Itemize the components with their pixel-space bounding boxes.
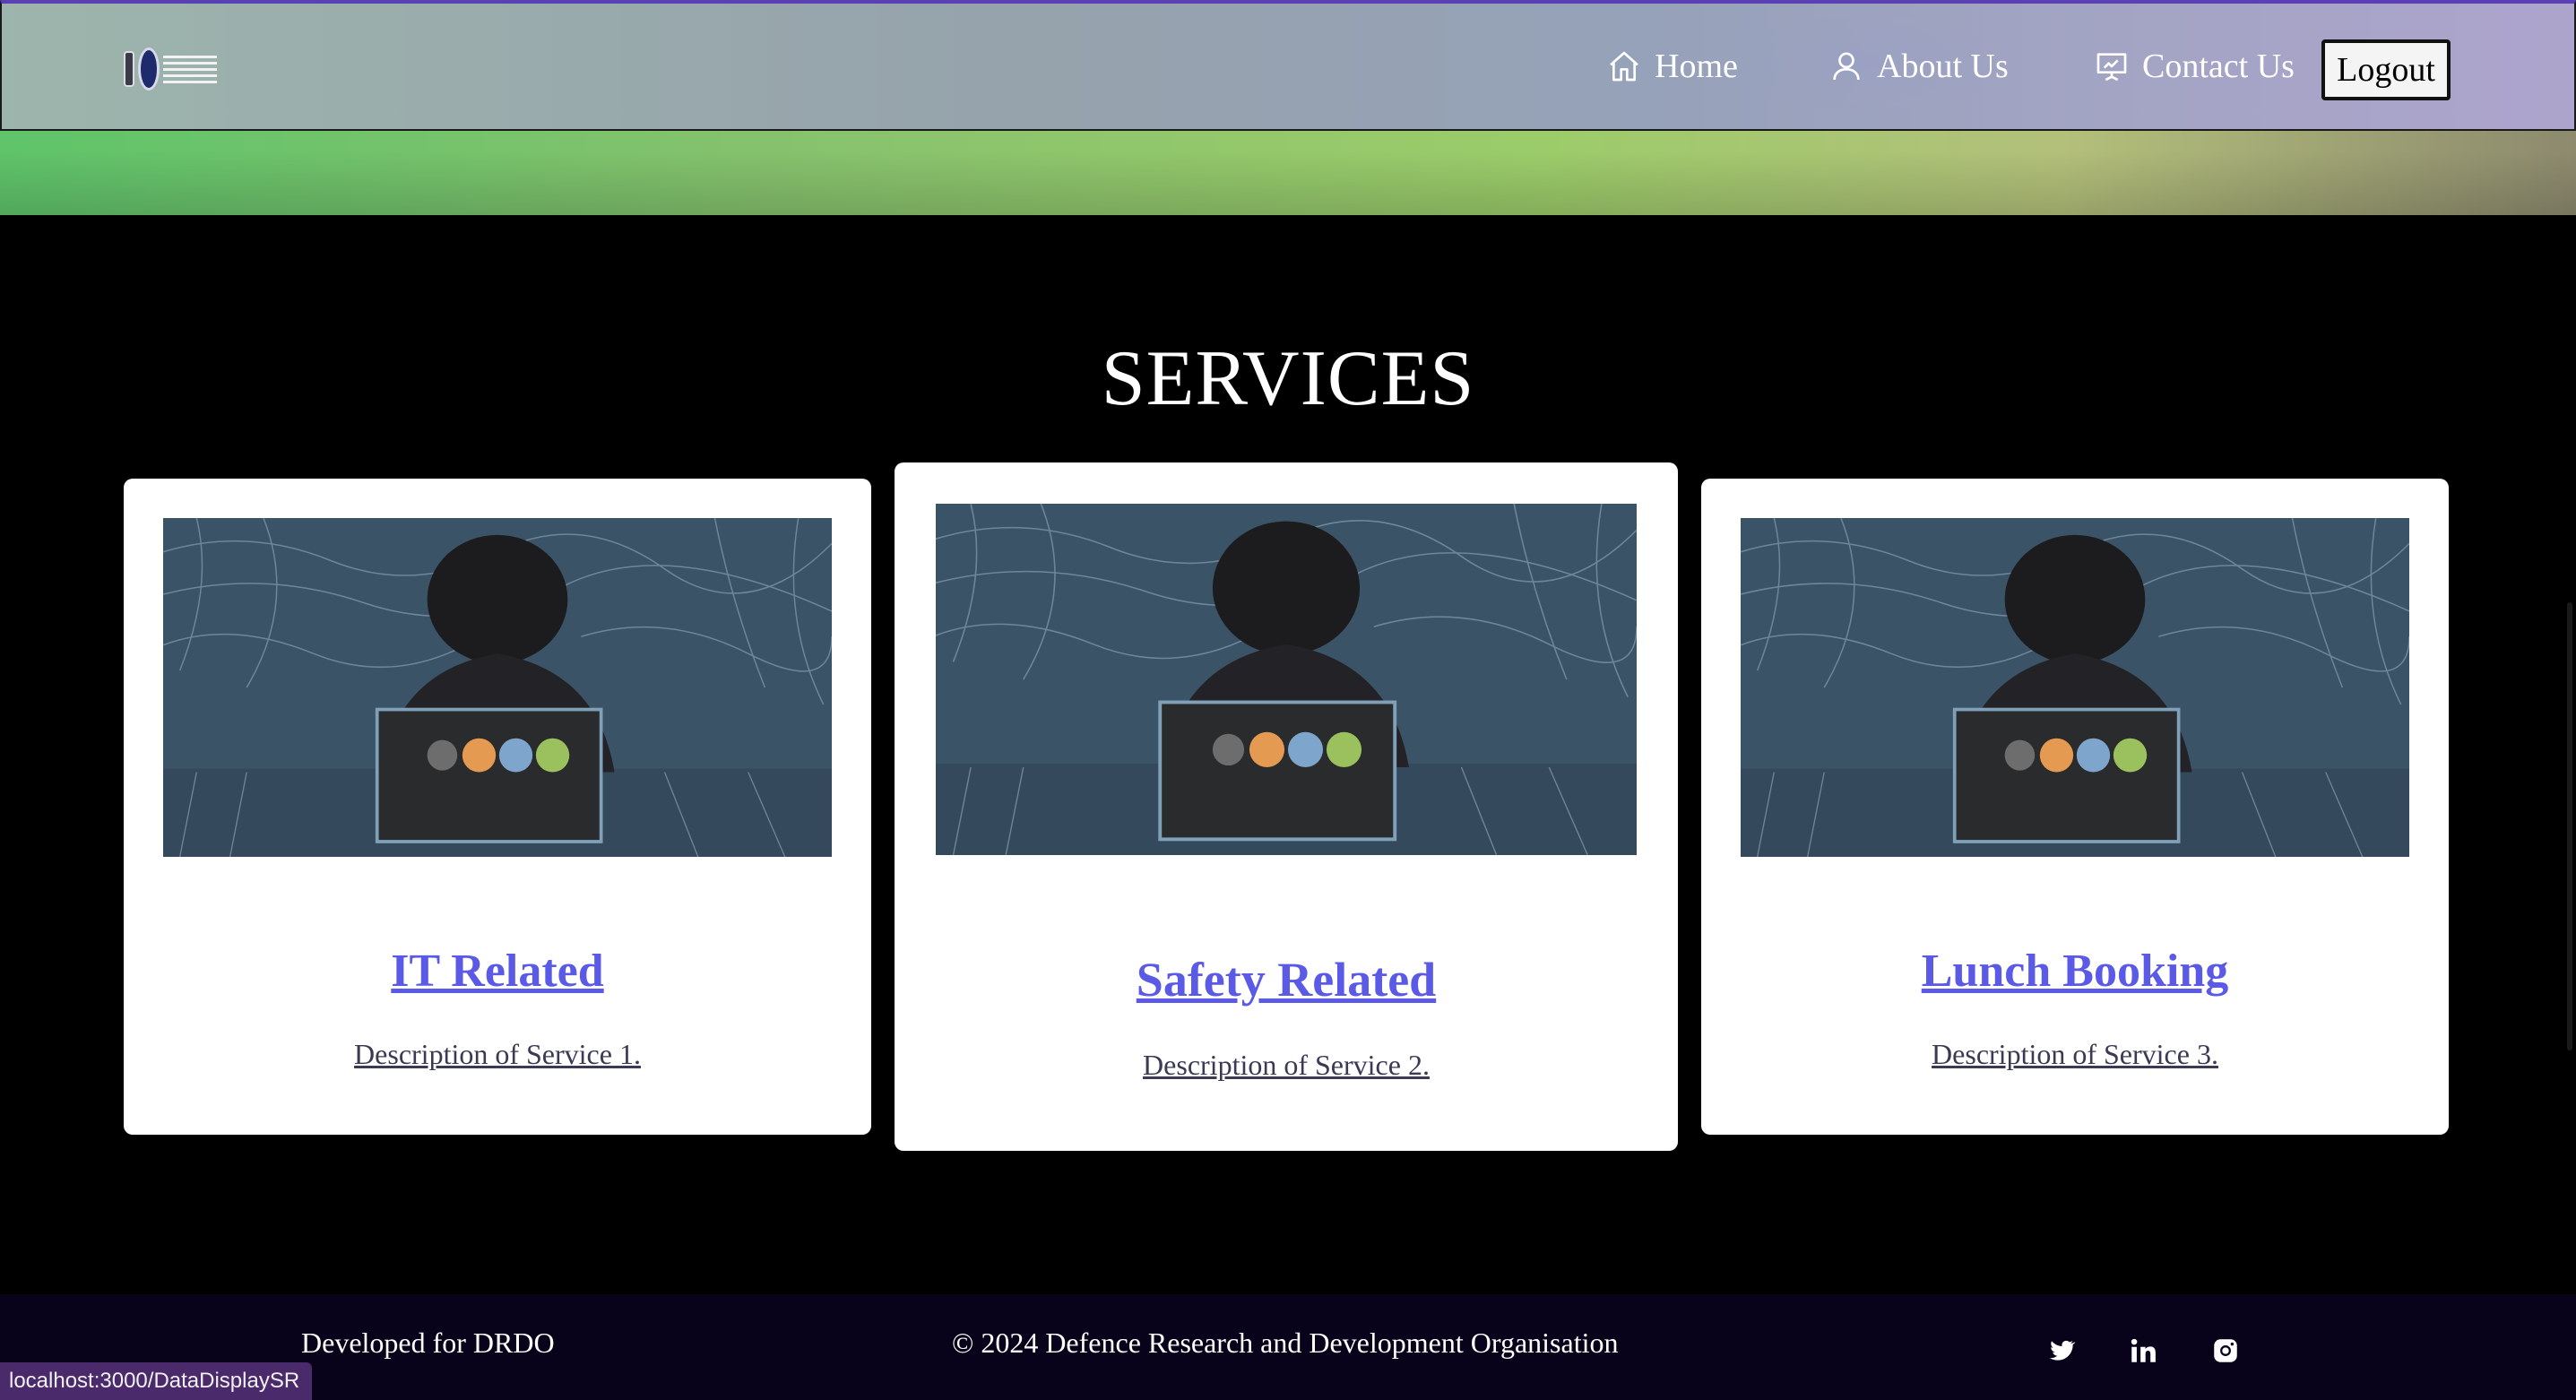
service-card-safety[interactable]: Safety Related Description of Service 2. <box>895 462 1678 1151</box>
logo-text-lines <box>163 55 217 83</box>
seal-icon <box>138 48 160 91</box>
top-navbar: Home About Us Contact Us Logout <box>0 0 2576 131</box>
service-title[interactable]: Safety Related <box>895 952 1678 1007</box>
nav-home-label: Home <box>1655 48 1738 85</box>
nav-about-us[interactable]: About Us <box>1828 39 2009 93</box>
instagram-icon[interactable] <box>2210 1335 2241 1366</box>
linkedin-icon[interactable] <box>2128 1335 2158 1366</box>
drdo-logo[interactable] <box>124 41 217 97</box>
nav-contact-us[interactable]: Contact Us <box>2094 39 2295 93</box>
scrollbar[interactable] <box>2567 602 2572 1050</box>
user-icon <box>1833 52 1860 81</box>
service-description[interactable]: Description of Service 2. <box>895 1049 1678 1082</box>
presentation-icon <box>2096 53 2127 82</box>
service-description[interactable]: Description of Service 1. <box>124 1038 871 1071</box>
emblem-icon <box>124 51 134 87</box>
service-title[interactable]: IT Related <box>124 945 871 998</box>
service-card-it[interactable]: IT Related Description of Service 1. <box>124 479 871 1135</box>
footer-copyright: © 2024 Defence Research and Development … <box>952 1327 1619 1359</box>
footer: Developed for DRDO © 2024 Defence Resear… <box>0 1294 2576 1400</box>
home-icon <box>1610 51 1638 82</box>
twitter-icon[interactable] <box>2045 1335 2076 1366</box>
service-title[interactable]: Lunch Booking <box>1701 945 2449 998</box>
nav-home[interactable]: Home <box>1606 39 1738 93</box>
footer-developed-text: Developed for DRDO <box>301 1327 555 1359</box>
service-card-lunch[interactable]: Lunch Booking Description of Service 3. <box>1701 479 2449 1135</box>
status-url-tooltip: localhost:3000/DataDisplaySR <box>0 1362 313 1400</box>
nav-about-label: About Us <box>1877 48 2009 85</box>
service-image <box>936 504 1637 855</box>
service-image <box>163 518 832 857</box>
services-heading: SERVICES <box>1101 335 1475 422</box>
logout-button[interactable]: Logout <box>2321 39 2451 100</box>
service-description[interactable]: Description of Service 3. <box>1701 1038 2449 1071</box>
nav-contact-label: Contact Us <box>2142 48 2295 85</box>
service-image <box>1741 518 2409 857</box>
